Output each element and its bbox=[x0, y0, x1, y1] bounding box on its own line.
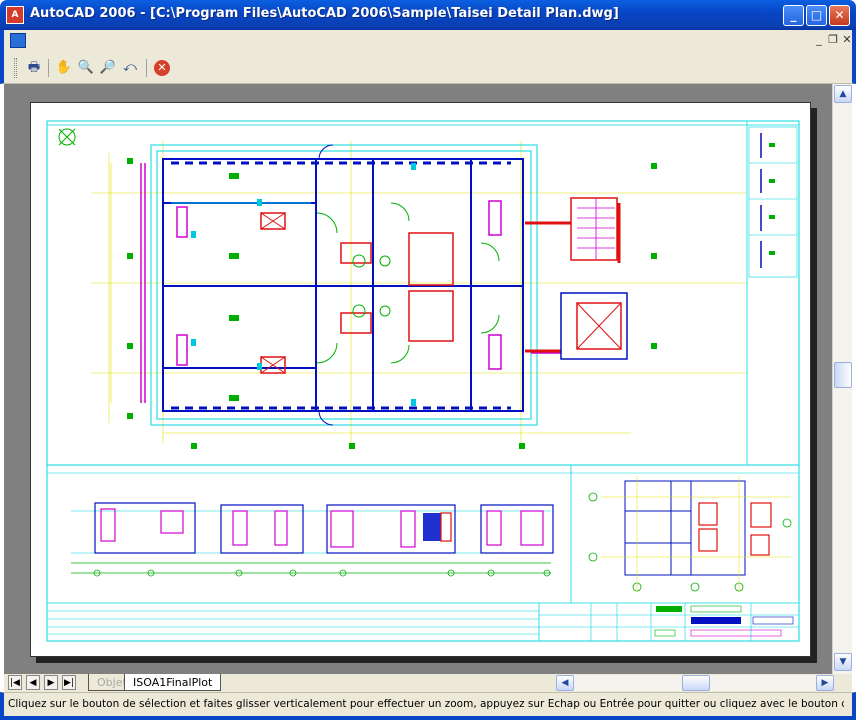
vertical-scrollbar[interactable]: ▲ ▼ bbox=[832, 84, 852, 674]
zoom-window-icon[interactable]: 🔎 bbox=[98, 59, 118, 77]
scroll-left-button[interactable]: ◀ bbox=[556, 675, 574, 691]
toolbar-grip[interactable] bbox=[14, 58, 17, 78]
plot-icon[interactable]: 🖶 bbox=[24, 59, 44, 77]
document-icon[interactable] bbox=[10, 33, 26, 48]
preview-toolbar: 🖶 ✋ 🔍 🔎 ⤺ ✕ bbox=[0, 52, 856, 84]
status-bar: Cliquez sur le bouton de sélection et fa… bbox=[0, 692, 856, 720]
toolbar-separator bbox=[146, 59, 147, 77]
scroll-down-button[interactable]: ▼ bbox=[834, 653, 852, 671]
close-button[interactable]: ✕ bbox=[829, 5, 850, 26]
maximize-button[interactable]: □ bbox=[806, 5, 827, 26]
tab-layout-isoa1[interactable]: ISOA1FinalPlot bbox=[124, 674, 222, 691]
document-control-bar: _ ❐ ✕ bbox=[0, 30, 856, 52]
first-tab-button[interactable]: |◀ bbox=[8, 675, 22, 690]
zoom-realtime-icon[interactable]: 🔍 bbox=[76, 59, 96, 77]
next-tab-button[interactable]: ▶ bbox=[44, 675, 58, 690]
doc-minimize-button[interactable]: _ bbox=[812, 33, 826, 47]
paper-sheet bbox=[30, 102, 811, 657]
horizontal-scroll-thumb[interactable] bbox=[682, 675, 710, 691]
toolbar-separator bbox=[48, 59, 49, 77]
floor-plan-drawing bbox=[46, 120, 800, 642]
close-preview-icon[interactable]: ✕ bbox=[154, 60, 170, 76]
scroll-right-button[interactable]: ▶ bbox=[816, 675, 834, 691]
last-tab-button[interactable]: ▶| bbox=[62, 675, 76, 690]
window-title: AutoCAD 2006 - [C:\Program Files\AutoCAD… bbox=[30, 6, 619, 21]
horizontal-scrollbar[interactable]: ◀ ▶ bbox=[556, 675, 834, 691]
layout-tab-bar: |◀ ◀ ▶ ▶| Objet ISOA1FinalPlot ◀ ▶ bbox=[4, 674, 852, 692]
pan-icon[interactable]: ✋ bbox=[54, 59, 74, 77]
drawing-canvas[interactable] bbox=[4, 84, 832, 674]
doc-restore-button[interactable]: ❐ bbox=[826, 33, 840, 47]
minimize-button[interactable]: _ bbox=[783, 5, 804, 26]
status-message: Cliquez sur le bouton de sélection et fa… bbox=[8, 698, 844, 710]
previous-tab-button[interactable]: ◀ bbox=[26, 675, 40, 690]
zoom-previous-icon[interactable]: ⤺ bbox=[120, 59, 140, 77]
title-bar: A AutoCAD 2006 - [C:\Program Files\AutoC… bbox=[0, 0, 856, 30]
doc-close-button[interactable]: ✕ bbox=[840, 33, 854, 47]
autocad-logo-icon[interactable]: A bbox=[6, 6, 24, 24]
vertical-scroll-thumb[interactable] bbox=[834, 362, 852, 388]
scroll-up-button[interactable]: ▲ bbox=[834, 85, 852, 103]
